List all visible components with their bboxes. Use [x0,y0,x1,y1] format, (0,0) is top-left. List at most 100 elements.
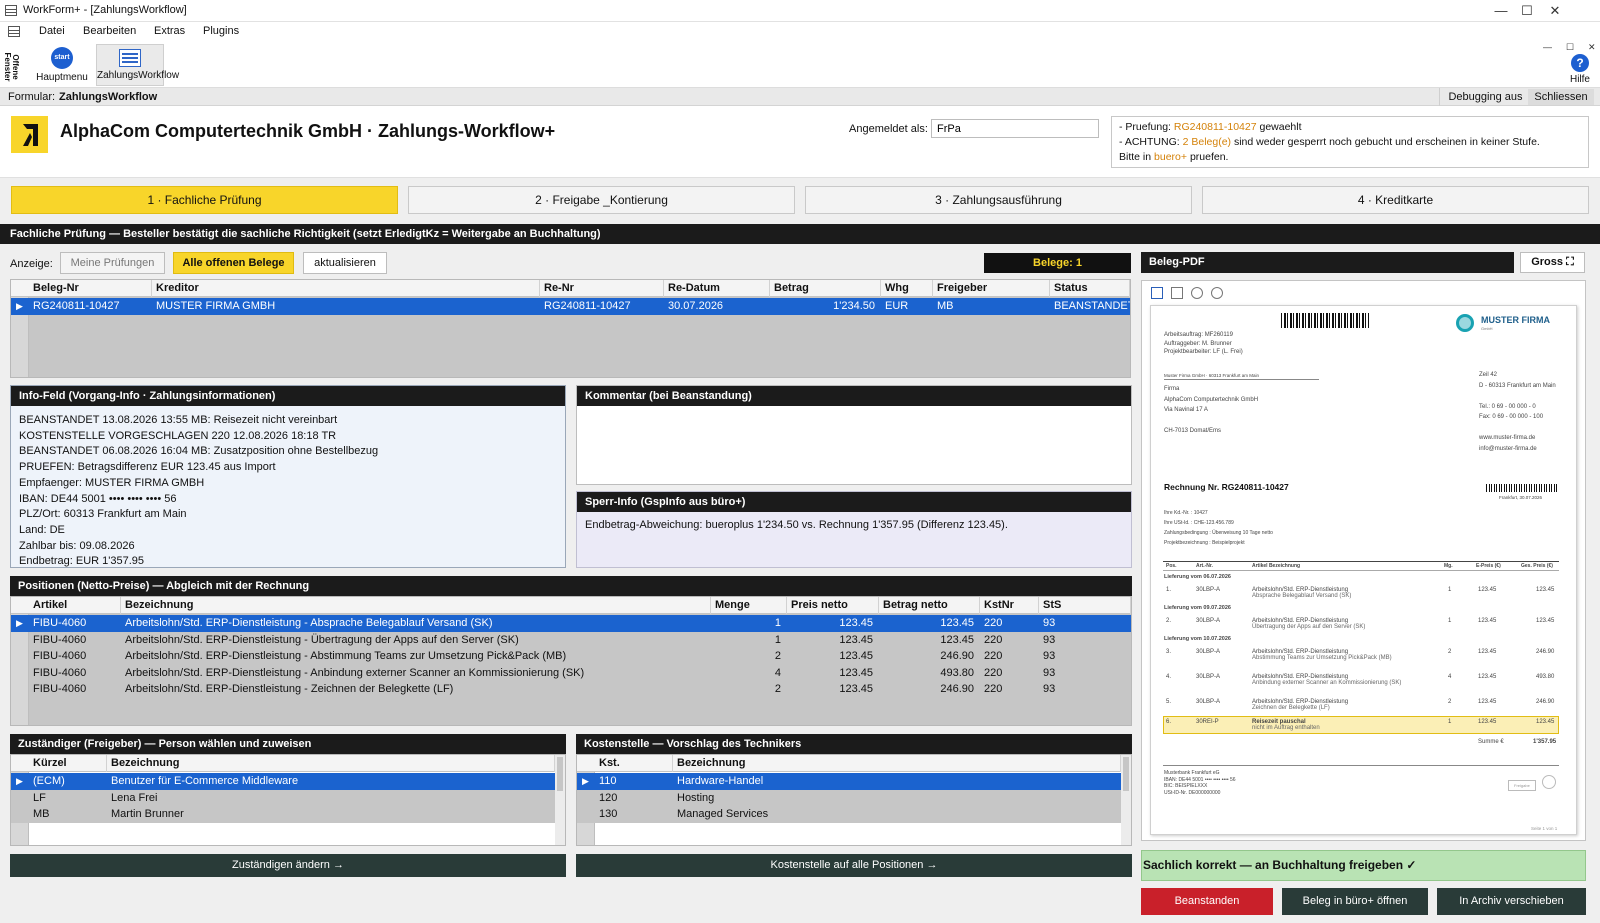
list-item[interactable]: 130 Managed Services [577,806,1121,823]
pdf-viewer[interactable]: Arbeitsauftrag: MF260119 Auftraggeber: M.… [1141,280,1586,841]
pdf-text: Lieferung vom 10.07.2026 [1164,636,1231,642]
col-sts[interactable]: StS [1039,597,1131,614]
cell-bezeichnung: Managed Services [677,808,769,820]
table-row[interactable]: FIBU-4060 Arbeitslohn/Std. ERP-Dienstleis… [11,681,1131,698]
cell-menge: 2 [774,650,781,662]
col-kstnr[interactable]: KstNr [980,597,1039,614]
minimize-button[interactable]: — [1488,2,1514,20]
pdf-tool-icon[interactable] [1171,287,1183,299]
list-item[interactable]: ▶ (ECM) Benutzer für E-Commerce Middleware [11,773,555,790]
scrollbar[interactable] [555,755,565,845]
pdf-text: Lieferung vom 06.07.2026 [1164,574,1231,580]
pdf-tool-icon[interactable] [1211,287,1223,299]
pdf-tool-icon[interactable] [1191,287,1203,299]
app-icon [5,5,17,16]
open-in-bueroplus-button[interactable]: Beleg in büro+ öffnen [1282,888,1428,915]
alle-belege-button[interactable]: Alle offenen Belege [173,252,294,274]
maximize-button[interactable]: ☐ [1514,2,1540,20]
col-preis-netto[interactable]: Preis netto [787,597,879,614]
mini-close-button[interactable]: ✕ [1588,42,1596,53]
schliessen-button[interactable]: Schliessen [1528,89,1594,105]
col-bezeichnung[interactable]: Bezeichnung [121,597,711,614]
pdf-text: Pos. [1166,563,1177,569]
help-button[interactable]: ? Hilfe [1560,54,1600,86]
refresh-button[interactable]: aktualisieren [303,252,387,274]
form-name: ZahlungsWorkflow [59,91,158,103]
list-item[interactable]: ▶ 110 Hardware-Handel [577,773,1121,790]
cell-re-nr: RG240811-10427 [544,300,631,312]
col-kst[interactable]: Kst. [595,755,673,772]
pdf-rule [1163,570,1559,571]
cell-sts: 93 [1043,650,1056,662]
menu-datei[interactable]: Datei [39,25,65,37]
tab-fachliche-pruefung[interactable]: 1 · Fachliche Prüfung [11,186,398,214]
col-bezeichnung[interactable]: Bezeichnung [107,755,555,772]
pdf-tool-icon[interactable] [1151,287,1163,299]
login-field[interactable] [931,119,1099,138]
cell-kreditor: MUSTER FIRMA GMBH [156,300,276,312]
table-row[interactable]: FIBU-4060 Arbeitslohn/Std. ERP-Dienstleis… [11,632,1131,649]
archive-button[interactable]: In Archiv verschieben [1437,888,1586,915]
kostenstelle-zuweisen-button[interactable]: Kostenstelle auf alle Positionen → [576,854,1132,877]
list-item[interactable]: MB Martin Brunner [11,806,555,823]
scrollbar[interactable] [1121,755,1131,845]
col-kreditor[interactable]: Kreditor [152,280,540,297]
pdf-text: www.muster-firma.de [1479,435,1536,441]
gross-button[interactable]: Gross ⛶ [1520,252,1585,273]
message-line: - Pruefung: RG240811-10427 gewaehlt [1119,121,1302,133]
menu-plugins[interactable]: Plugins [203,25,239,37]
col-re-datum[interactable]: Re-Datum [664,280,770,297]
pdf-text: 2 [1448,649,1452,655]
hauptmenu-button[interactable]: start Hauptmenu [34,44,90,86]
cell-artikel: FIBU-4060 [33,650,87,662]
col-beleg-nr[interactable]: Beleg-Nr [29,280,152,297]
cell-bezeichnung: Benutzer für E-Commerce Middleware [111,775,299,787]
col-betrag[interactable]: Betrag [770,280,881,297]
tab-zahlungsausfuehrung[interactable]: 3 · Zahlungsausführung [805,186,1192,214]
hauptmenu-label: Hauptmenu [36,72,88,83]
beanstanden-button[interactable]: Beanstanden [1141,888,1273,915]
pdf-text: 30LBP-A [1196,674,1221,680]
debugging-toggle[interactable]: Debugging aus [1439,88,1531,106]
table-row[interactable]: FIBU-4060 Arbeitslohn/Std. ERP-Dienstleis… [11,665,1131,682]
open-windows-label[interactable]: Offene Fenster [3,44,20,90]
table-row[interactable]: FIBU-4060 Arbeitslohn/Std. ERP-Dienstleis… [11,648,1131,665]
menu-bearbeiten[interactable]: Bearbeiten [83,25,136,37]
kommentar-textarea[interactable] [577,406,1131,484]
cell-bezeichnung: Arbeitslohn/Std. ERP-Dienstleistung - Ab… [125,617,493,629]
list-item[interactable]: LF Lena Frei [11,789,555,807]
meine-pruefungen-button[interactable]: Meine Prüfungen [60,252,165,274]
col-betrag-netto[interactable]: Betrag netto [879,597,980,614]
col-status[interactable]: Status [1050,280,1130,297]
tab-kreditkarte[interactable]: 4 · Kreditkarte [1202,186,1589,214]
pdf-text: 1 [1448,587,1452,593]
mini-maximize-button[interactable]: ☐ [1566,42,1574,53]
pdf-text: Tel.: 0 69 - 00 000 - 0 [1479,403,1536,410]
col-re-nr[interactable]: Re-Nr [540,280,664,297]
approve-button[interactable]: Sachlich korrekt — an Buchhaltung freige… [1141,850,1586,881]
menu-extras[interactable]: Extras [154,25,185,37]
zahlungsworkflow-button[interactable]: ZahlungsWorkflow [96,44,179,86]
tab-freigabe-kontierung[interactable]: 2 · Freigabe _Kontierung [408,186,795,214]
col-menge[interactable]: Menge [711,597,787,614]
col-kuerzel[interactable]: Kürzel [29,755,107,772]
help-label: Hilfe [1569,74,1590,85]
close-window-button[interactable]: ✕ [1542,2,1568,20]
list-item[interactable]: 120 Hosting [577,789,1121,807]
col-freigeber[interactable]: Freigeber [933,280,1050,297]
cell-sts: 93 [1043,683,1056,695]
mini-minimize-button[interactable]: — [1543,42,1552,52]
zustaendig-aendern-button[interactable]: Zuständigen ändern → [10,854,566,877]
col-whg[interactable]: Whg [881,280,933,297]
info-line: KOSTENSTELLE VORGESCHLAGEN 220 12.08.202… [19,429,337,442]
table-row[interactable]: ▶ FIBU-4060 Arbeitslohn/Std. ERP-Dienstlei… [11,615,1131,632]
pdf-text: Anbindung externer Scanner an Kommission… [1252,680,1402,686]
cell-kstnr: 220 [984,666,1003,679]
pdf-text: Art.-Nr. [1196,563,1213,569]
col-artikel[interactable]: Artikel [29,597,121,614]
system-menu-icon[interactable] [8,26,20,37]
info-title: Info-Feld (Vorgang-Info · Zahlungsinform… [11,386,565,406]
table-row[interactable]: ▶ RG240811-10427 MUSTER FIRMA GMBH RG240… [11,298,1130,315]
col-bezeichnung[interactable]: Bezeichnung [673,755,1121,772]
highlighted-row [1163,716,1559,734]
